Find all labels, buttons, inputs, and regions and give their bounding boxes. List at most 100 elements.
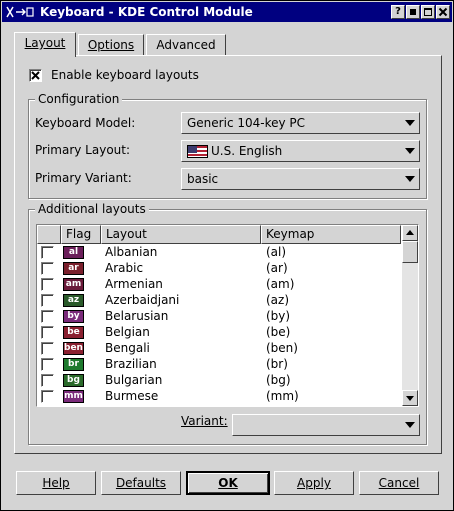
flag-icon: mm [63, 390, 84, 403]
primary-layout-label: Primary Layout: [35, 143, 131, 157]
cancel-button-label: Cancel [378, 476, 420, 490]
layout-row-checkbox[interactable] [41, 374, 54, 387]
flag-icon: al [63, 246, 84, 259]
keyboard-model-select[interactable]: Generic 104-key PC [181, 112, 420, 134]
arrow-up-icon [406, 230, 414, 235]
column-header-keymap[interactable]: Keymap [261, 225, 401, 244]
scroll-down-button[interactable] [402, 390, 418, 406]
cancel-button[interactable]: Cancel [359, 471, 439, 495]
list-rows: al Albanian (al) ar Arabic (ar) am Armenian (am)… [37, 244, 401, 404]
tab-options[interactable]: Options [78, 34, 144, 56]
configuration-group-title: Configuration [35, 92, 123, 106]
variant-label-text: Variant: [181, 414, 228, 428]
vertical-scrollbar[interactable] [402, 225, 418, 406]
keymap-cell: (am) [266, 277, 295, 291]
keymap-cell: (by) [266, 309, 291, 323]
layout-row-checkbox[interactable] [41, 310, 54, 323]
variant-select[interactable] [232, 414, 420, 436]
layout-row-checkbox[interactable] [41, 358, 54, 371]
minimize-button[interactable] [406, 5, 420, 19]
tab-layout[interactable]: Layout [14, 32, 76, 57]
variant-label: Variant: [181, 413, 228, 429]
primary-variant-select[interactable]: basic [181, 168, 420, 190]
keymap-cell: (ar) [266, 261, 288, 275]
us-flag-icon [187, 145, 208, 158]
keymap-cell: (az) [266, 293, 290, 307]
table-row[interactable]: be Belgian (be) [37, 324, 401, 340]
apply-button[interactable]: Apply [274, 471, 354, 495]
primary-layout-value: U.S. English [211, 144, 283, 158]
layout-row-checkbox[interactable] [41, 262, 54, 275]
close-icon [438, 7, 448, 17]
scroll-up-button[interactable] [402, 225, 418, 241]
table-row[interactable]: br Brazilian (br) [37, 356, 401, 372]
enable-layouts-checkbox[interactable] [29, 69, 42, 82]
keymap-cell: (bg) [266, 373, 291, 387]
tab-options-label: Options [87, 38, 135, 52]
table-row[interactable]: by Belarusian (by) [37, 308, 401, 324]
flag-icon: ar [63, 262, 84, 275]
help-title-button[interactable]: ? [391, 5, 405, 19]
defaults-button-label: Defaults [115, 476, 167, 490]
layout-row-checkbox[interactable] [41, 390, 54, 403]
layout-name-cell: Brazilian [105, 357, 157, 371]
table-row[interactable]: ben Bengali (ben) [37, 340, 401, 356]
tab-advanced-label: Advanced [156, 38, 216, 52]
flag-icon: by [63, 310, 84, 323]
kde-logo-icon [5, 4, 37, 20]
keymap-cell: (br) [266, 357, 288, 371]
primary-variant-label: Primary Variant: [35, 171, 132, 185]
additional-layouts-list[interactable]: Flag Layout Keymap al Albanian (al) ar Arabi… [36, 224, 419, 407]
table-row[interactable]: az Azerbaidjani (az) [37, 292, 401, 308]
scroll-thumb[interactable] [402, 241, 418, 263]
chevron-down-icon [405, 422, 415, 428]
keymap-cell: (mm) [266, 389, 299, 403]
layout-row-checkbox[interactable] [41, 294, 54, 307]
table-row[interactable]: am Armenian (am) [37, 276, 401, 292]
table-row[interactable]: mm Burmese (mm) [37, 388, 401, 404]
column-header-flag[interactable]: Flag [61, 225, 101, 244]
primary-variant-value: basic [187, 172, 219, 186]
layout-name-cell: Armenian [105, 277, 163, 291]
layout-name-cell: Bulgarian [105, 373, 163, 387]
layout-row-checkbox[interactable] [41, 246, 54, 259]
chevron-down-icon [405, 148, 415, 154]
apply-button-label: Apply [297, 476, 331, 490]
primary-layout-select[interactable]: U.S. English [181, 140, 420, 162]
help-button-label: Help [42, 476, 70, 490]
minimize-icon [410, 9, 416, 15]
help-button[interactable]: Help [16, 471, 96, 495]
check-mark-icon [31, 71, 40, 80]
flag-icon: be [63, 326, 84, 339]
tab-advanced[interactable]: Advanced [146, 34, 226, 56]
table-row[interactable]: al Albanian (al) [37, 244, 401, 260]
layout-name-cell: Azerbaidjani [105, 293, 180, 307]
window-title: Keyboard - KDE Control Module [40, 5, 253, 19]
maximize-icon [424, 8, 432, 16]
flag-icon: ben [63, 342, 84, 355]
ok-button[interactable]: OK [186, 471, 270, 495]
keymap-cell: (ben) [266, 341, 298, 355]
layout-row-checkbox[interactable] [41, 278, 54, 291]
close-button[interactable] [436, 5, 450, 19]
layout-row-checkbox[interactable] [41, 326, 54, 339]
enable-layouts-label[interactable]: Enable keyboard layouts [51, 67, 199, 83]
question-icon: ? [395, 6, 401, 17]
flag-icon: az [63, 294, 84, 307]
flag-icon: bg [63, 374, 84, 387]
tab-layout-label: Layout [24, 36, 66, 50]
maximize-button[interactable] [421, 5, 435, 19]
column-header-select[interactable] [37, 225, 61, 244]
layout-row-checkbox[interactable] [41, 342, 54, 355]
layout-name-cell: Arabic [105, 261, 144, 275]
column-header-layout[interactable]: Layout [101, 225, 261, 244]
defaults-button[interactable]: Defaults [101, 471, 181, 495]
keyboard-model-label: Keyboard Model: [35, 116, 136, 130]
table-row[interactable]: ar Arabic (ar) [37, 260, 401, 276]
title-bar[interactable]: Keyboard - KDE Control Module ? [2, 2, 452, 22]
layout-name-cell: Albanian [105, 245, 158, 259]
ok-button-label: OK [218, 476, 238, 490]
chevron-down-icon [405, 120, 415, 126]
flag-icon: br [63, 358, 84, 371]
table-row[interactable]: bg Bulgarian (bg) [37, 372, 401, 388]
